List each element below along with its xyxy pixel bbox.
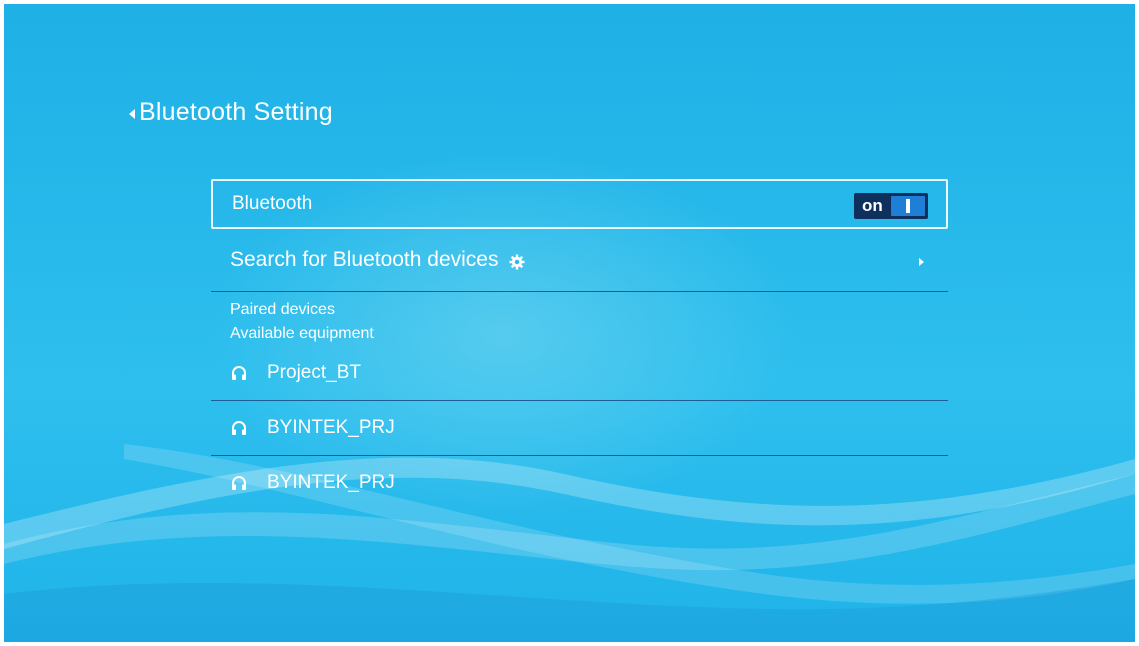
toggle-knob — [906, 199, 910, 213]
search-devices-label: Search for Bluetooth devices — [230, 248, 499, 271]
device-name: BYINTEK_PRJ — [267, 472, 395, 493]
settings-screen: Bluetooth Setting Bluetooth on Search fo… — [4, 4, 1135, 642]
chevron-right-icon — [919, 258, 924, 266]
available-equipment-heading: Available equipment — [230, 325, 374, 342]
headphones-icon — [231, 420, 247, 436]
bluetooth-toggle-row[interactable]: Bluetooth on — [211, 179, 948, 229]
device-name: Project_BT — [267, 362, 361, 383]
gear-icon — [509, 252, 525, 270]
device-item[interactable]: Project_BT — [211, 346, 948, 401]
page-title: Bluetooth Setting — [139, 98, 333, 126]
headphones-icon — [231, 365, 247, 381]
paired-devices-heading: Paired devices — [230, 301, 335, 318]
toggle-knob-track — [891, 196, 925, 216]
page-header[interactable]: Bluetooth Setting — [129, 98, 333, 127]
device-item[interactable]: BYINTEK_PRJ — [211, 401, 948, 456]
search-devices-row[interactable]: Search for Bluetooth devices — [211, 229, 948, 292]
device-item[interactable]: BYINTEK_PRJ — [211, 456, 948, 510]
back-arrow-icon[interactable] — [129, 108, 135, 119]
toggle-state-label: on — [862, 196, 883, 215]
headphones-icon — [231, 475, 247, 491]
device-name: BYINTEK_PRJ — [267, 417, 395, 438]
settings-list: Bluetooth on Search for Bluetooth device… — [211, 179, 948, 510]
bluetooth-toggle-switch[interactable]: on — [854, 193, 928, 219]
bluetooth-label: Bluetooth — [232, 193, 313, 214]
